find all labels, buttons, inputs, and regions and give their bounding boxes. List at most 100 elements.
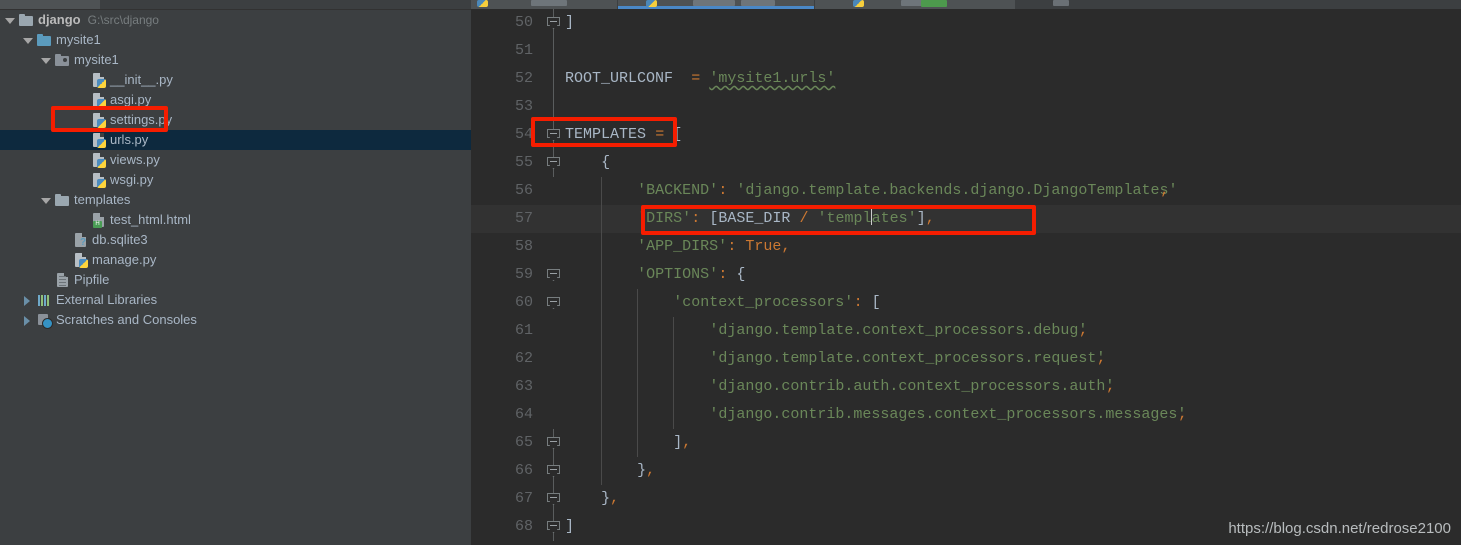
code-token: , [1160,182,1170,199]
code-line-50[interactable]: 50] [471,9,1461,37]
line-number: 59 [514,266,533,283]
collapse-arrow-icon[interactable] [40,55,51,66]
code-area[interactable]: 50] 51 52 ROOT_URLCONF = 'mysite1.urls' 53 54 TE… [471,9,1461,545]
code-line-66[interactable]: 66}, [471,457,1461,485]
fold-minus-icon[interactable] [547,297,560,309]
tree-row-manage-py[interactable]: manage.py [0,250,471,270]
code-line-59[interactable]: 59 'OPTIONS': { [471,261,1461,289]
code-line-56[interactable]: 56 'BACKEND': 'django.template.backends.dj… [471,177,1461,205]
tree-row-pipfile[interactable]: Pipfile [0,270,471,290]
fold-toggle[interactable] [543,429,565,457]
line-number: 60 [514,294,533,311]
line-number: 65 [514,434,533,451]
tree-row-asgi-py[interactable]: asgi.py [0,90,471,110]
python-file-icon [90,132,106,148]
code-line-60[interactable]: 60 'context_processors': [ [471,289,1461,317]
code-line-65[interactable]: 65], [471,429,1461,457]
code-token: True [745,238,782,255]
code-token: [ [709,210,719,227]
toolbar-widget[interactable] [1053,0,1069,6]
code-line-53[interactable]: 53 [471,93,1461,121]
tree-row-label: External Libraries [56,292,158,307]
python-file-icon [853,0,864,7]
python-file-icon [90,72,106,88]
tree-row-db-sqlite3[interactable]: ? db.sqlite3 [0,230,471,250]
fold-minus-icon[interactable] [547,129,560,141]
tree-row-external-libraries[interactable]: External Libraries [0,290,471,310]
code-token: , [682,434,692,451]
tree-row-urls-py[interactable]: urls.py [0,130,471,150]
line-number: 62 [514,350,533,367]
code-token: [ [673,126,683,143]
code-line-54[interactable]: 54 TEMPLATES = [ [471,121,1461,149]
code-line-64[interactable]: 64 'django.contrib.messages.context_proce… [471,401,1461,429]
code-line-58[interactable]: 58 'APP_DIRS': True, [471,233,1461,261]
project-tree[interactable]: django G:\src\django mysite1 mysite1 __init_… [0,10,471,330]
editor-pane[interactable]: 50] 51 52 ROOT_URLCONF = 'mysite1.urls' 53 54 TE… [471,0,1461,545]
tree-row-settings-py[interactable]: settings.py [0,110,471,130]
folder-icon [36,32,52,48]
fold-minus-icon[interactable] [547,465,560,477]
code-token: , [646,462,656,479]
code-line-61[interactable]: 61 'django.template.context_processors.de… [471,317,1461,345]
tree-row-label: test_html.html [110,212,191,227]
tree-row-wsgi-py[interactable]: wsgi.py [0,170,471,190]
code-token: = [691,70,701,87]
fold-toggle[interactable] [543,149,565,177]
fold-toggle[interactable] [543,289,565,317]
expand-arrow-icon[interactable] [4,15,15,26]
tree-row-label: __init__.py [110,72,173,87]
code-line-55[interactable]: 55 { [471,149,1461,177]
fold-minus-icon[interactable] [547,17,560,29]
tree-row-templates[interactable]: templates [0,190,471,210]
fold-toggle[interactable] [543,261,565,289]
tree-row-test-html-html[interactable]: Htest_html.html [0,210,471,230]
tree-row-mysite1[interactable]: mysite1 [0,50,471,70]
tree-row-root[interactable]: django G:\src\django [0,10,471,30]
fold-minus-icon[interactable] [547,493,560,505]
expand-arrow-icon[interactable] [22,315,33,326]
html-file-icon: H [90,212,106,228]
project-tool-window[interactable]: django G:\src\django mysite1 mysite1 __init_… [0,0,471,545]
tree-row-scratches-and-consoles[interactable]: Scratches and Consoles [0,310,471,330]
fold-minus-icon[interactable] [547,269,560,281]
code-token: } [637,462,647,479]
code-line-63[interactable]: 63 'django.contrib.auth.context_processor… [471,373,1461,401]
fold-toggle[interactable] [543,485,565,513]
editor-tab-bar[interactable] [471,0,1461,9]
expand-arrow-icon[interactable] [22,295,33,306]
editor-tab-active-label [693,0,735,6]
code-token: 'APP_DIRS' [637,238,728,255]
fold-toggle[interactable] [543,513,565,541]
code-line-52[interactable]: 52 ROOT_URLCONF = 'mysite1.urls' [471,65,1461,93]
fold-minus-icon[interactable] [547,521,560,533]
code-line-62[interactable]: 62 'django.template.context_processors.re… [471,345,1461,373]
folder-icon [54,52,70,68]
tree-row-views-py[interactable]: views.py [0,150,471,170]
fold-minus-icon[interactable] [547,437,560,449]
code-token: ] [916,210,926,227]
fold-minus-icon[interactable] [547,157,560,169]
code-line-67[interactable]: 67}, [471,485,1461,513]
line-number: 68 [514,518,533,535]
libraries-icon [36,292,52,308]
fold-toggle[interactable] [543,121,565,149]
code-token: { [736,266,746,283]
collapse-arrow-icon[interactable] [40,195,51,206]
indent-guide [601,401,603,429]
line-number: 55 [514,154,533,171]
tree-row--init-py[interactable]: __init__.py [0,70,471,90]
python-file-icon [90,172,106,188]
indent-guide [637,401,639,429]
fold-toggle[interactable] [543,457,565,485]
indent-guide [673,401,675,429]
tree-row-mysite1[interactable]: mysite1 [0,30,471,50]
code-line-57[interactable]: 57 'DIRS': [BASE_DIR / 'templ ates'], [471,205,1461,233]
fold-toggle[interactable] [543,9,565,37]
collapse-arrow-icon[interactable] [22,35,33,46]
indent-guide [673,317,675,345]
code-line-51[interactable]: 51 [471,37,1461,65]
tool-window-tab-sliver [0,0,100,9]
